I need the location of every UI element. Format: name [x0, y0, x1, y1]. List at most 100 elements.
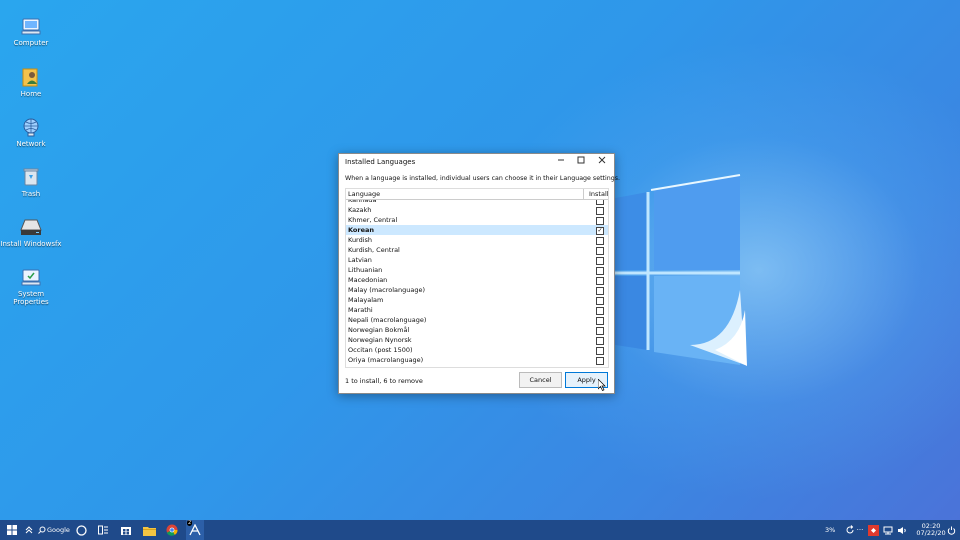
desktop-icon-home[interactable]: Home [0, 66, 62, 98]
network-icon [23, 118, 39, 137]
language-label: Kurdish [348, 236, 373, 244]
language-row[interactable]: Kurdish, Central [346, 245, 608, 255]
desktop-icon-label: Network [16, 140, 46, 148]
installed-checkbox[interactable] [596, 317, 604, 325]
installed-checkbox[interactable] [596, 347, 604, 355]
installed-checkbox[interactable] [596, 237, 604, 245]
system-properties-icon [21, 269, 41, 286]
language-row[interactable]: Oriya (macrolanguage) [346, 355, 608, 365]
installed-checkbox[interactable]: ✓ [596, 227, 604, 235]
language-label: Nepali (macrolanguage) [348, 316, 427, 324]
installed-checkbox[interactable] [596, 327, 604, 335]
network-wired-icon [883, 526, 893, 534]
language-row[interactable]: Kurdish [346, 235, 608, 245]
double-chevron-up-icon [25, 526, 33, 534]
installed-checkbox[interactable] [596, 287, 604, 295]
search-icon [38, 526, 46, 534]
language-app-button[interactable]: 2 [186, 520, 204, 540]
power-icon [947, 526, 955, 535]
language-row[interactable]: Nepali (macrolanguage) [346, 315, 608, 325]
windows-start-icon [7, 525, 17, 535]
language-row[interactable]: Latvian [346, 255, 608, 265]
start-button[interactable] [4, 520, 20, 540]
desktop-icon-label: Home [20, 90, 42, 98]
anydesk-tray-button[interactable] [866, 520, 880, 540]
language-row[interactable]: Norwegian Bokmål [346, 325, 608, 335]
installed-checkbox[interactable] [596, 277, 604, 285]
show-hidden-button[interactable] [23, 520, 35, 540]
installed-checkbox[interactable] [596, 307, 604, 315]
task-view-icon [97, 525, 108, 535]
dialog-titlebar[interactable]: Installed Languages [339, 154, 614, 170]
installed-languages-dialog: Installed Languages When a language is i… [338, 153, 620, 394]
column-divider [583, 189, 584, 199]
close-icon [598, 156, 606, 164]
language-label: Malayalam [348, 296, 384, 304]
desktop-icon-network[interactable]: Network [0, 116, 62, 148]
install-drive-icon [20, 219, 42, 235]
search-label: Google [47, 526, 70, 534]
language-row[interactable]: Occitan (post 1500) [346, 345, 608, 355]
language-list[interactable]: Language Installed KannadaKazakhKhmer, C… [345, 188, 609, 368]
cortana-button[interactable] [74, 520, 88, 540]
speaker-icon [898, 526, 906, 534]
dialog-title: Installed Languages [345, 158, 416, 166]
maximize-icon [577, 156, 585, 164]
language-label: Latvian [348, 256, 372, 264]
language-rows: Kannada Kazakh Khmer, Central Korean ✓ Kurdis… [346, 195, 608, 365]
maximize-button[interactable] [573, 156, 589, 168]
installed-checkbox[interactable] [596, 257, 604, 265]
installed-checkbox[interactable] [596, 337, 604, 345]
language-row[interactable]: Malayalam [346, 295, 608, 305]
network-tray-button[interactable] [882, 520, 894, 540]
minimize-icon [558, 159, 564, 161]
file-explorer-button[interactable] [141, 520, 157, 540]
language-label: Lithuanian [348, 266, 383, 274]
ellipsis-icon: ··· [856, 526, 864, 534]
refresh-icon [846, 525, 854, 534]
tray-more-button[interactable]: ··· [856, 520, 864, 540]
language-label: Khmer, Central [348, 216, 398, 224]
power-button[interactable] [945, 520, 957, 540]
installed-checkbox[interactable] [596, 297, 604, 305]
installed-checkbox[interactable] [596, 217, 604, 225]
desktop-icon-label: Trash [21, 190, 41, 198]
language-row[interactable]: Kazakh [346, 205, 608, 215]
installed-checkbox[interactable] [596, 357, 604, 365]
language-row[interactable]: Malay (macrolanguage) [346, 285, 608, 295]
language-label: Korean [348, 226, 375, 234]
installed-checkbox[interactable] [596, 247, 604, 255]
language-row[interactable]: Norwegian Nynorsk [346, 335, 608, 345]
language-row[interactable]: Marathi [346, 305, 608, 315]
desktop-icon-computer[interactable]: Computer [0, 15, 62, 47]
search-box[interactable]: Google [38, 520, 70, 540]
notification-badge: 2 [187, 520, 193, 526]
cancel-button[interactable]: Cancel [519, 372, 562, 388]
volume-tray-button[interactable] [896, 520, 908, 540]
language-row[interactable]: Korean ✓ [346, 225, 608, 235]
language-row[interactable]: Macedonian [346, 275, 608, 285]
minimize-button[interactable] [553, 156, 569, 168]
language-label: Malay (macrolanguage) [348, 286, 426, 294]
update-tray-button[interactable] [844, 520, 856, 540]
installed-checkbox[interactable] [596, 267, 604, 275]
desktop-icon-system-properties[interactable]: System Properties [0, 266, 62, 306]
column-header-language[interactable]: Language [348, 190, 380, 198]
desktop-icon-label: System Properties [13, 290, 49, 306]
close-button[interactable] [594, 156, 610, 168]
task-view-button[interactable] [95, 520, 111, 540]
language-label: Occitan (post 1500) [348, 346, 413, 354]
desktop-icon-trash[interactable]: Trash [0, 166, 62, 198]
store-button[interactable] [118, 520, 134, 540]
desktop-icon-install-windowsfx[interactable]: Install Windowsfx [0, 216, 62, 248]
language-row[interactable]: Lithuanian [346, 265, 608, 275]
language-row[interactable]: Khmer, Central [346, 215, 608, 225]
column-header-installed[interactable]: Installed [589, 190, 608, 198]
list-header: Language Installed [346, 189, 608, 200]
mouse-cursor-icon [598, 379, 606, 391]
language-label: Marathi [348, 306, 373, 314]
language-label: Macedonian [348, 276, 388, 284]
chrome-button[interactable] [164, 520, 180, 540]
installed-checkbox[interactable] [596, 207, 604, 215]
anydesk-icon [867, 524, 879, 536]
